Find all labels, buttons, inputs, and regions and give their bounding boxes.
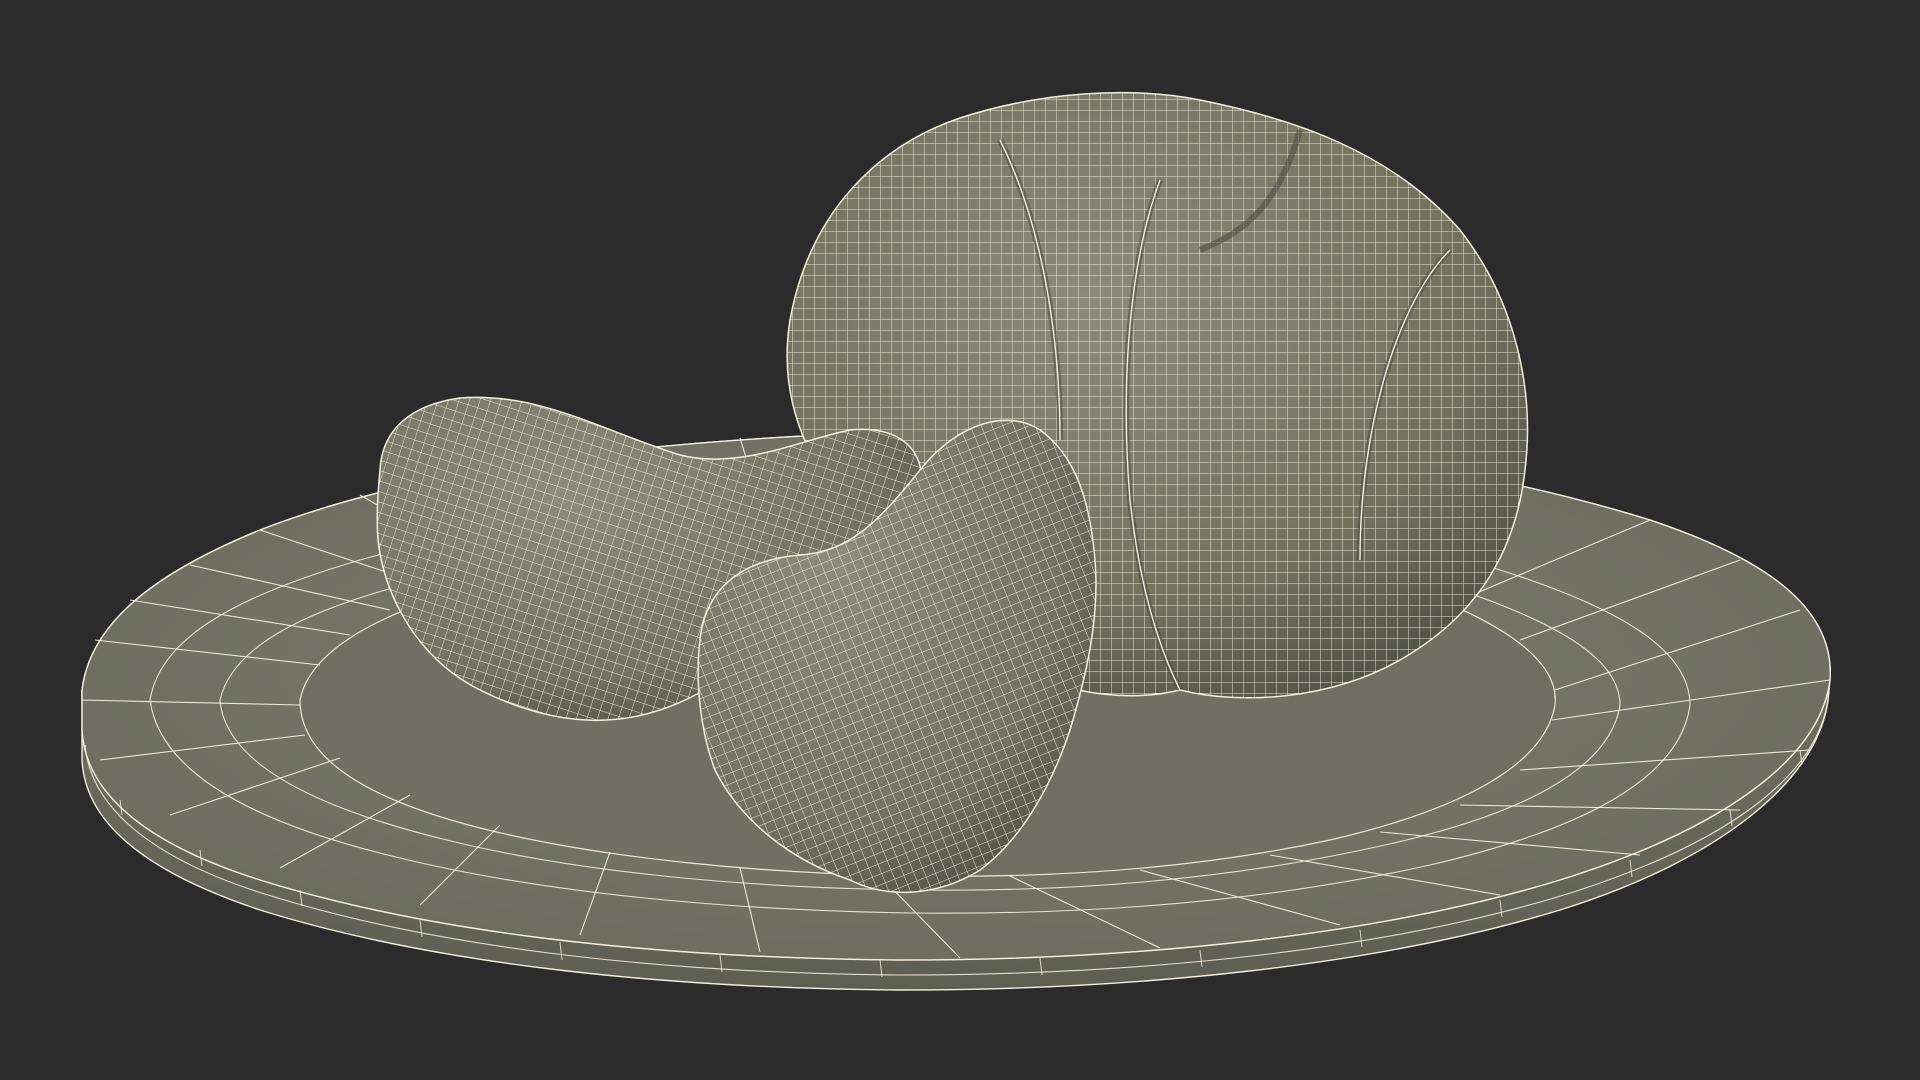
3d-viewport[interactable] <box>0 0 1920 1080</box>
wireframe-render <box>81 91 1831 991</box>
